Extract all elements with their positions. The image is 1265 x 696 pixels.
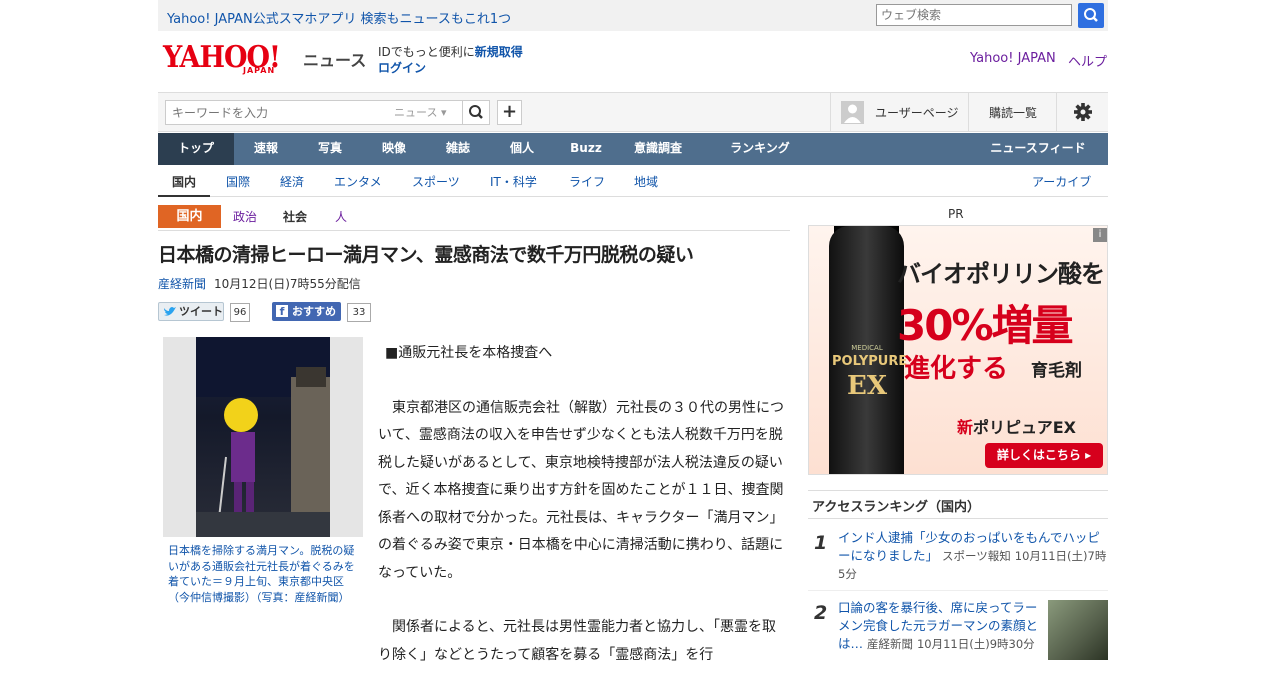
settings-button[interactable] xyxy=(1056,93,1109,131)
photo-illustration xyxy=(196,337,330,537)
divider xyxy=(808,490,1108,491)
ranking-item-date: 10月11日(土)9時30分 xyxy=(916,637,1035,651)
ranking-item[interactable]: 口論の客を暴行後、席に戻ってラーメン完食した元ラガーマンの素顔とは… 産経新聞 … xyxy=(838,599,1038,653)
yahoo-logo-sub: JAPAN xyxy=(243,66,276,75)
facebook-recommend-button[interactable]: f おすすめ xyxy=(272,302,341,321)
search-icon xyxy=(469,105,483,119)
tweet-button[interactable]: ツイート xyxy=(158,302,224,321)
article-body: ■通販元社長を本格捜査へ 東京都港区の通信販売会社（解散）元社長の３０代の男性に… xyxy=(378,340,788,696)
yahoo-japan-link[interactable]: Yahoo! JAPAN xyxy=(970,51,1056,66)
ad-product-label: ポリピュアEX xyxy=(973,418,1076,437)
ranking-item[interactable]: インド人逮捕「少女のおっぱいをもんでハッピーになりました」 スポーツ報知 10月… xyxy=(838,529,1108,583)
subnav-region[interactable]: 地域 xyxy=(634,173,658,190)
nav-top[interactable]: トップ xyxy=(158,133,234,165)
facebook-count: 33 xyxy=(347,303,371,322)
subnav-entertainment[interactable]: エンタメ xyxy=(334,173,382,190)
facebook-icon: f xyxy=(276,305,288,318)
ad-product-name: 新ポリピュアEX xyxy=(957,414,1076,438)
nav-video[interactable]: 映像 xyxy=(362,133,426,165)
photo-image xyxy=(196,337,330,537)
category-politics[interactable]: 政治 xyxy=(233,208,257,225)
divider xyxy=(158,230,790,231)
article-paragraph: 東京都港区の通信販売会社（解散）元社長の３０代の男性について、霊感商法の収入を申… xyxy=(378,399,784,581)
ranking-thumbnail[interactable] xyxy=(1048,600,1108,660)
ad-product-type: 育毛剤 xyxy=(1031,361,1082,381)
register-link[interactable]: 新規取得 xyxy=(475,45,523,59)
id-promo: IDでもっと便利に新規取得 xyxy=(378,43,523,60)
subnav-domestic[interactable]: 国内 xyxy=(158,173,211,197)
ad-bottle-ex: EX xyxy=(847,371,887,401)
tweet-label: ツイート xyxy=(179,305,223,318)
ranking-item-source: スポーツ報知 xyxy=(942,549,1011,563)
facebook-label: おすすめ xyxy=(292,305,336,318)
subnav-international[interactable]: 国際 xyxy=(226,173,250,190)
category-people[interactable]: 人 xyxy=(335,208,347,225)
news-section-title[interactable]: ニュース xyxy=(303,47,366,71)
login-link[interactable]: ログイン xyxy=(378,59,426,76)
article-source-link[interactable]: 産経新聞 xyxy=(158,275,206,292)
photo-caption[interactable]: 日本橋を掃除する満月マン。脱税の疑いがある通販会社元社長が着ぐるみを着ていた＝９… xyxy=(168,543,358,605)
user-page-button[interactable]: ユーザーページ xyxy=(830,93,971,131)
article-photo[interactable] xyxy=(163,337,363,537)
ad-info-icon[interactable]: i xyxy=(1093,228,1107,242)
article-date: 10月12日(日)7時55分配信 xyxy=(214,277,361,291)
ranking-number: 1 xyxy=(814,532,828,554)
promo-bar: Yahoo! JAPAN公式スマホアプリ 検索もニュースもこれ1つ xyxy=(158,0,1108,31)
ad-increase: 30%増量 xyxy=(897,301,1074,350)
divider xyxy=(808,590,1108,591)
subnav-sports[interactable]: スポーツ xyxy=(412,173,460,190)
subnav-it-science[interactable]: IT・科学 xyxy=(490,173,537,190)
subnav-archive[interactable]: アーカイブ xyxy=(1032,173,1091,190)
add-button[interactable]: + xyxy=(497,100,522,125)
subnav-economy[interactable]: 経済 xyxy=(280,173,304,190)
avatar xyxy=(841,101,864,124)
twitter-icon xyxy=(164,307,176,316)
keyword-search-button[interactable] xyxy=(462,100,490,125)
nav-newsfeed[interactable]: ニュースフィード xyxy=(978,133,1098,165)
advertisement-banner[interactable]: MEDICAL POLYPURE EX バイオポリリン酸を 30%増量 進化する… xyxy=(808,225,1108,475)
article-paragraph: ■通販元社長を本格捜査へ xyxy=(385,345,553,361)
sub-nav: 国内 国際 経済 エンタメ スポーツ IT・科学 ライフ 地域 アーカイブ xyxy=(158,166,1108,197)
ad-bottle-text: MEDICAL xyxy=(851,344,883,352)
ad-new-mark: 新 xyxy=(957,418,974,437)
nav-survey[interactable]: 意識調査 xyxy=(618,133,698,165)
web-search-button[interactable] xyxy=(1078,3,1104,28)
ranking-item-source: 産経新聞 xyxy=(867,637,913,651)
ranking-number: 2 xyxy=(814,602,828,624)
subscription-label: 購読一覧 xyxy=(989,106,1038,120)
nav-individual[interactable]: 個人 xyxy=(490,133,554,165)
search-scope-select[interactable]: ニュース ▾ xyxy=(394,104,446,120)
toolbar: ニュース ▾ + ユーザーページ 購読一覧 xyxy=(158,92,1108,132)
nav-buzz[interactable]: Buzz xyxy=(554,133,618,165)
gear-icon xyxy=(1074,103,1092,121)
subnav-life[interactable]: ライフ xyxy=(569,173,605,190)
ad-cta-button[interactable]: 詳しくはこちら ▸ xyxy=(985,443,1103,468)
app-promo-link[interactable]: Yahoo! JAPAN公式スマホアプリ 検索もニュースもこれ1つ xyxy=(167,8,511,27)
category-badge[interactable]: 国内 xyxy=(158,205,221,228)
ranking-title: アクセスランキング（国内） xyxy=(812,500,980,515)
nav-magazine[interactable]: 雑誌 xyxy=(426,133,490,165)
divider xyxy=(808,518,1108,519)
article-paragraph: 関係者によると、元社長は男性霊能力者と協力し、「悪霊を取り除く」などとうたって顧… xyxy=(378,619,777,663)
article-headline: 日本橋の清掃ヒーロー満月マン、霊感商法で数千万円脱税の疑い xyxy=(158,244,694,266)
user-page-label: ユーザーページ xyxy=(875,106,959,120)
nav-photo[interactable]: 写真 xyxy=(298,133,362,165)
nav-ranking[interactable]: ランキング xyxy=(718,133,802,165)
tweet-count: 96 xyxy=(230,303,250,322)
ad-headline: バイオポリリン酸を xyxy=(897,260,1105,288)
pr-label: PR xyxy=(948,207,964,221)
search-icon xyxy=(1084,8,1098,22)
ad-bottle-brand: POLYPURE xyxy=(832,354,908,369)
subscription-list-button[interactable]: 購読一覧 xyxy=(968,93,1057,131)
help-link[interactable]: ヘルプ xyxy=(1068,51,1107,70)
category-society[interactable]: 社会 xyxy=(283,208,307,225)
web-search-input[interactable] xyxy=(876,4,1072,26)
nav-breaking[interactable]: 速報 xyxy=(234,133,298,165)
user-icon xyxy=(844,104,861,123)
id-promo-text: IDでもっと便利に xyxy=(378,45,475,59)
ad-evolve: 進化する xyxy=(904,354,1009,384)
main-nav: トップ 速報 写真 映像 雑誌 個人 Buzz 意識調査 ランキング ニュースフ… xyxy=(158,133,1108,165)
